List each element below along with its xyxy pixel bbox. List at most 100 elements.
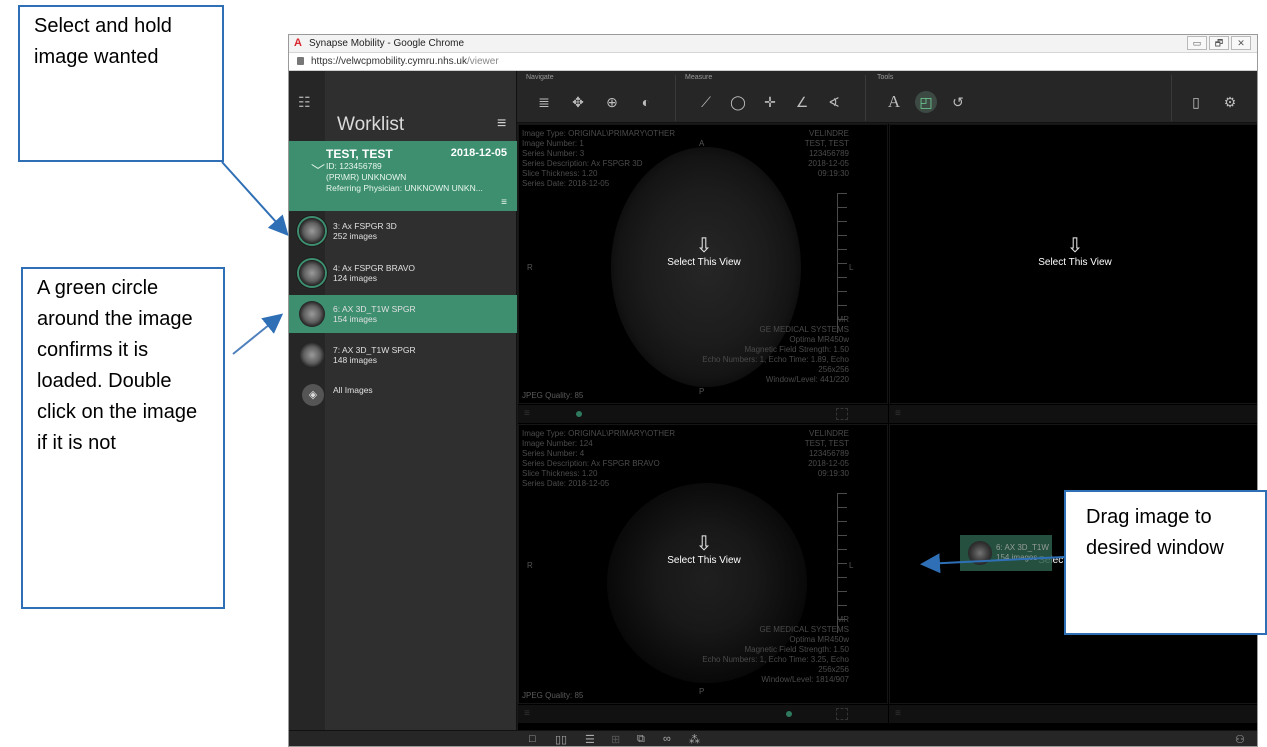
slice-position-indicator[interactable] [786,711,792,717]
overlay-line: 123456789 [808,149,849,158]
overlay-line: Echo Numbers: 1, Echo Time: 1.89, Echo [702,355,849,364]
series-item[interactable]: 7: AX 3D_T1W SPGR 148 images [289,336,517,374]
viewport-3[interactable]: Image Type: ORIGINAL\PRIMARY\OTHER Image… [518,424,888,704]
overlay-line: 09:19:30 [817,169,849,178]
layout-1x1-icon[interactable]: □ [529,733,536,745]
jpeg-quality: JPEG Quality: 85 [522,391,584,400]
orientation-left: R [527,561,533,570]
viewport-menu-icon[interactable]: ≡ [895,408,901,419]
cine-icon[interactable]: ⁂ [689,733,700,746]
overlay-line: Image Type: ORIGINAL\PRIMARY\OTHER [522,129,676,138]
viewport-grid: Image Type: ORIGINAL\PRIMARY\OTHER Image… [518,124,1257,746]
patient-id: ID: 123456789 [326,161,382,171]
all-images-item[interactable]: ◈ All Images [289,376,517,414]
navigate-group-label: Navigate [526,74,554,81]
series-count: 148 images [333,355,377,365]
series-count: 124 images [333,273,377,283]
overlay-line: TEST, TEST [804,139,849,148]
zoom-icon[interactable]: ⊕ [601,93,623,111]
slice-position-indicator[interactable] [576,411,582,417]
viewport-menu-icon[interactable]: ≡ [524,708,530,719]
viewport-4-footer: ≡ [889,705,1257,723]
worklist-menu-icon[interactable]: ≡ [497,115,506,133]
select-view-target[interactable]: ⇩ Select This View [639,533,769,566]
cobb-angle-icon[interactable]: ∢ [823,93,845,111]
layout-1x2-icon[interactable]: ▯▯ [555,733,567,746]
overlay-line: MR [702,615,849,625]
overlay-line: Series Number: 3 [522,149,585,158]
worklist-toggle-icon[interactable]: ☷ [298,94,311,111]
select-view-label: Select This View [667,257,741,268]
window-level-icon[interactable]: ◐ [635,93,657,111]
patient-menu-icon[interactable]: ≡ [501,197,507,208]
series-count: 154 images [333,314,377,324]
patient-modality: (PR\MR) UNKNOWN [326,172,407,182]
pan-icon[interactable]: ✥ [567,93,589,111]
link-icon[interactable]: ∞ [663,733,671,745]
close-button[interactable]: ✕ [1231,36,1251,50]
ghost-series-name: 6: AX 3D_T1W [996,543,1049,552]
overlay-line: Series Description: Ax FSPGR BRAVO [522,459,660,468]
sync-icon[interactable]: ⧉ [637,733,645,746]
layout-2x1-icon[interactable]: ☰ [585,733,595,746]
callout-green-circle: A green circle around the image confirms… [21,267,225,609]
series-item[interactable]: 3: Ax FSPGR 3D 252 images [289,212,517,250]
viewport-menu-icon[interactable]: ≡ [524,408,530,419]
series-item-selected[interactable]: 6: AX 3D_T1W SPGR 154 images [289,295,517,333]
overlay-right: VELINDRE TEST, TEST 123456789 2018-12-05… [805,129,849,179]
overlay-line: Series Number: 4 [522,449,585,458]
angle-icon[interactable]: ∠ [791,93,813,111]
series-item[interactable]: 4: Ax FSPGR BRAVO 124 images [289,254,517,292]
viewport-3-footer: ≡ [518,705,888,723]
overlay-line: Slice Thickness: 1.20 [522,469,598,478]
minimize-button[interactable]: ▭ [1187,36,1207,50]
overlay-line: Optima MR450w [789,635,849,644]
ghost-series-count: 154 images [996,553,1038,562]
series-thumbnail[interactable] [299,260,325,286]
select-view-label: Select This View [1038,257,1112,268]
referring-physician: Referring Physician: UNKNOWN UNKN... [326,183,483,193]
overlay-line: Window/Level: 1814/907 [761,675,849,684]
series-thumbnail[interactable] [299,218,325,244]
callout-drag: Drag image to desired window [1064,490,1267,635]
address-bar[interactable]: https://velwcpmobility.cymru.nhs.uk/view… [289,53,1257,71]
overlay-line: 09:19:30 [817,469,849,478]
measure-group-label: Measure [685,74,713,81]
orientation-right: L [849,561,854,570]
select-view-target[interactable]: ⇩ Select This View [639,235,769,268]
layout-2x2-icon[interactable]: ⊞ [611,733,620,746]
viewport-menu-icon[interactable]: ≡ [895,708,901,719]
scroll-icon[interactable]: ≣ [533,93,555,111]
series-thumbnail[interactable] [299,342,325,368]
restore-button[interactable]: 🗗 [1209,36,1229,50]
overlay-line: VELINDRE [808,429,849,438]
expand-viewport-icon[interactable] [836,408,848,420]
orientation-right: L [849,263,854,272]
overlay-line: Optima MR450w [789,335,849,344]
overlay-line: Series Date: 2018-12-05 [522,179,610,188]
expand-viewport-icon[interactable] [836,708,848,720]
chevron-down-icon[interactable]: ﹀ [311,161,325,181]
series-drag-icon[interactable]: ◰ [915,91,937,113]
overlay-line: TEST, TEST [804,439,849,448]
settings-gear-icon[interactable]: ⚙ [1219,93,1241,111]
select-view-target[interactable]: ⇩ Select This View [1000,235,1150,268]
crosshair-icon[interactable]: ✛ [759,93,781,111]
report-icon[interactable]: ▯ [1185,93,1207,111]
ruler-icon[interactable]: ⟋ [695,93,717,111]
overlay-line: 2018-12-05 [808,459,849,468]
overlay-line: Image Number: 124 [522,439,593,448]
drag-ghost-series: 6: AX 3D_T1W 154 images [960,535,1052,571]
series-thumbnail[interactable] [299,301,325,327]
patient-header[interactable]: ﹀ TEST, TEST 2018-12-05 ID: 123456789 (P… [289,141,517,211]
viewport-1[interactable]: Image Type: ORIGINAL\PRIMARY\OTHER Image… [518,124,888,404]
reset-icon[interactable]: ↺ [947,93,969,111]
series-name: 4: Ax FSPGR BRAVO [333,263,416,273]
add-user-icon[interactable]: ⚇ [1235,733,1245,746]
url-text[interactable]: https://velwcpmobility.cymru.nhs.uk/view… [311,56,499,67]
ellipse-roi-icon[interactable]: ◯ [727,93,749,111]
window-controls: ▭ 🗗 ✕ [1187,36,1251,50]
text-annotation-icon[interactable]: A [883,93,905,111]
viewport-2[interactable]: ⇩ Select This View [889,124,1257,404]
overlay-line: 256x256 [818,665,849,674]
